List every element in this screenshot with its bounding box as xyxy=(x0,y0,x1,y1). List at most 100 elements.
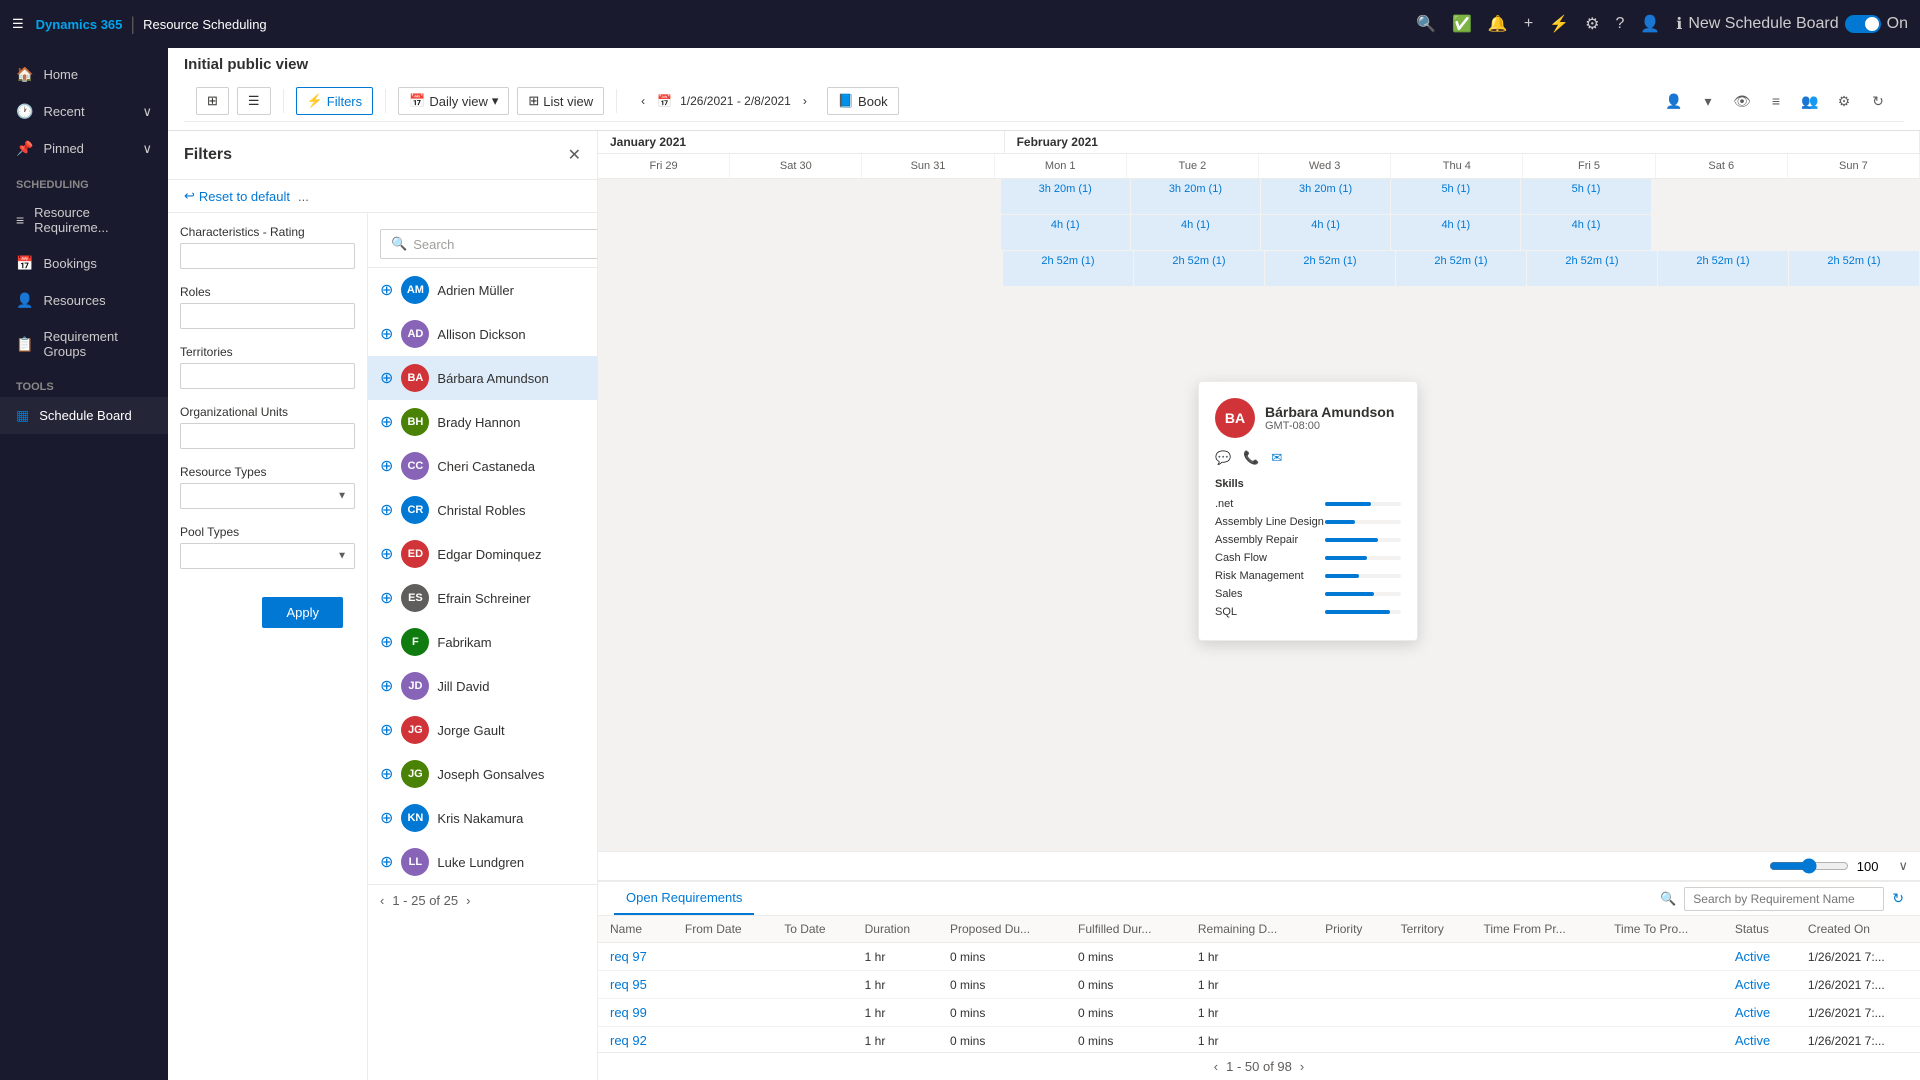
tasks-icon[interactable]: ✅ xyxy=(1452,14,1472,34)
status-active-link[interactable]: Active xyxy=(1735,949,1770,964)
person-icon-btn[interactable]: 👥 xyxy=(1796,87,1824,115)
list-item[interactable]: ⊕ CR Christal Robles xyxy=(368,488,597,532)
calendar-cell-booking[interactable]: 4h (1) xyxy=(1391,215,1521,250)
req-name-link[interactable]: req 99 xyxy=(610,1005,647,1020)
filters-close-button[interactable]: ✕ xyxy=(568,145,581,165)
list-item[interactable]: ⊕ JG Joseph Gonsalves xyxy=(368,752,597,796)
list-item[interactable]: ⊕ KN Kris Nakamura xyxy=(368,796,597,840)
zoom-slider[interactable] xyxy=(1769,858,1849,874)
settings-icon[interactable]: ⚙ xyxy=(1585,14,1599,34)
calendar-cell-booking[interactable]: 3h 20m (1) xyxy=(1001,179,1131,214)
popup-chat-icon[interactable]: 💬 xyxy=(1215,450,1231,466)
sidebar-item-resource-req[interactable]: ≡ Resource Requireme... xyxy=(0,195,168,245)
list-item[interactable]: ⊕ BA Bárbara Amundson xyxy=(368,356,597,400)
calendar-cell xyxy=(866,179,1000,214)
skill-bar-bg xyxy=(1325,538,1401,542)
user-icon[interactable]: 👤 xyxy=(1640,14,1660,34)
org-units-input[interactable] xyxy=(180,423,355,449)
open-requirements-tab[interactable]: Open Requirements xyxy=(614,882,754,915)
characteristics-input[interactable] xyxy=(180,243,355,269)
add-icon[interactable]: + xyxy=(1524,15,1533,33)
grid-view-button[interactable]: ⊞ xyxy=(196,87,229,115)
help-icon[interactable]: ? xyxy=(1615,15,1624,33)
gantt-view-button[interactable]: ☰ xyxy=(237,87,271,115)
sidebar-item-resources[interactable]: 👤 Resources xyxy=(0,282,168,319)
status-active-link[interactable]: Active xyxy=(1735,1005,1770,1020)
list-item[interactable]: ⊕ JD Jill David xyxy=(368,664,597,708)
sidebar-item-req-groups[interactable]: 📋 Requirement Groups xyxy=(0,319,168,369)
list-view-button[interactable]: ⊞ List view xyxy=(517,87,604,115)
resource-types-select[interactable] xyxy=(180,483,355,509)
roles-input[interactable] xyxy=(180,303,355,329)
calendar-cell-booking[interactable]: 3h 20m (1) xyxy=(1131,179,1261,214)
new-schedule-board-toggle[interactable] xyxy=(1845,15,1881,33)
list-item[interactable]: ⊕ F Fabrikam xyxy=(368,620,597,664)
sidebar-item-home[interactable]: 🏠 Home xyxy=(0,56,168,93)
requirement-search-input[interactable] xyxy=(1684,887,1884,911)
list-item[interactable]: ⊕ JG Jorge Gault xyxy=(368,708,597,752)
calendar-cell-booking[interactable]: 3h 20m (1) xyxy=(1261,179,1391,214)
prev-req-page-icon[interactable]: ‹ xyxy=(1214,1059,1218,1074)
next-date-arrow[interactable]: › xyxy=(799,90,811,112)
skill-row: .net xyxy=(1215,498,1401,510)
resource-search-input[interactable] xyxy=(460,237,597,251)
table-row: req 92 1 hr 0 mins 0 mins 1 hr xyxy=(598,1027,1920,1053)
calendar-cell-booking[interactable]: 4h (1) xyxy=(1261,215,1391,250)
territories-input[interactable] xyxy=(180,363,355,389)
list-item[interactable]: ⊕ CC Cheri Castaneda xyxy=(368,444,597,488)
list-item[interactable]: ⊕ AD Allison Dickson xyxy=(368,312,597,356)
hamburger-icon[interactable]: ☰ xyxy=(12,16,24,32)
calendar-cell-booking[interactable]: 2h 52m (1) xyxy=(1396,251,1527,286)
calendar-cell-booking[interactable]: 2h 52m (1) xyxy=(1134,251,1265,286)
gear-icon-btn[interactable]: ⚙ xyxy=(1830,87,1858,115)
brand-separator: | xyxy=(130,14,135,35)
req-name-link[interactable]: req 92 xyxy=(610,1033,647,1048)
calendar-cell-booking[interactable]: 2h 52m (1) xyxy=(1003,251,1134,286)
next-page-icon[interactable]: › xyxy=(466,893,470,908)
list-item[interactable]: ⊕ LL Luke Lundgren xyxy=(368,840,597,884)
search-icon[interactable]: 🔍 xyxy=(1416,14,1436,34)
more-options-button[interactable]: ... xyxy=(298,189,309,204)
chevron-down-toolbar-icon[interactable]: ▾ xyxy=(1694,87,1722,115)
calendar-cell-booking[interactable]: 2h 52m (1) xyxy=(1527,251,1658,286)
calendar-cell-booking[interactable]: 5h (1) xyxy=(1391,179,1521,214)
resource-icon-btn[interactable]: 👤 xyxy=(1660,87,1688,115)
book-button[interactable]: 📘 Book xyxy=(827,87,899,115)
apply-button[interactable]: Apply xyxy=(262,597,343,628)
status-active-link[interactable]: Active xyxy=(1735,977,1770,992)
calendar-cell-booking[interactable]: 4h (1) xyxy=(1131,215,1261,250)
refresh-icon-btn[interactable]: ↻ xyxy=(1864,87,1892,115)
next-req-page-icon[interactable]: › xyxy=(1300,1059,1304,1074)
filter-icon[interactable]: ⚡ xyxy=(1549,14,1569,34)
daily-view-button[interactable]: 📅 Daily view ▾ xyxy=(398,87,509,115)
calendar-cell-booking[interactable]: 2h 52m (1) xyxy=(1789,251,1920,286)
list-item[interactable]: ⊕ AM Adrien Müller xyxy=(368,268,597,312)
sidebar-item-schedule-board[interactable]: ▦ Schedule Board xyxy=(0,397,168,434)
list-item[interactable]: ⊕ BH Brady Hannon xyxy=(368,400,597,444)
calendar-cell-booking[interactable]: 2h 52m (1) xyxy=(1265,251,1396,286)
calendar-cell-booking[interactable]: 5h (1) xyxy=(1521,179,1651,214)
calendar-cell-booking[interactable]: 4h (1) xyxy=(1001,215,1131,250)
pool-types-select[interactable] xyxy=(180,543,355,569)
sidebar-item-pinned[interactable]: 📌 Pinned ∨ xyxy=(0,130,168,167)
eye-icon-btn[interactable]: 👁 xyxy=(1728,87,1756,115)
requirements-refresh-icon[interactable]: ↻ xyxy=(1892,890,1904,907)
list-settings-icon-btn[interactable]: ≡ xyxy=(1762,87,1790,115)
alerts-icon[interactable]: 🔔 xyxy=(1488,14,1508,34)
req-name-link[interactable]: req 97 xyxy=(610,949,647,964)
prev-page-icon[interactable]: ‹ xyxy=(380,893,384,908)
calendar-cell-booking[interactable]: 2h 52m (1) xyxy=(1658,251,1789,286)
list-item[interactable]: ⊕ ED Edgar Dominquez xyxy=(368,532,597,576)
reset-to-default-button[interactable]: ↩ Reset to default xyxy=(184,188,290,204)
calendar-cell-booking[interactable]: 4h (1) xyxy=(1521,215,1651,250)
sidebar-item-recent[interactable]: 🕐 Recent ∨ xyxy=(0,93,168,130)
popup-email-icon[interactable]: ✉ xyxy=(1271,450,1282,466)
zoom-expand-icon[interactable]: ∨ xyxy=(1898,858,1908,874)
filters-button[interactable]: ⚡ Filters xyxy=(296,87,374,115)
status-active-link[interactable]: Active xyxy=(1735,1033,1770,1048)
popup-phone-icon[interactable]: 📞 xyxy=(1243,450,1259,466)
sidebar-item-bookings[interactable]: 📅 Bookings xyxy=(0,245,168,282)
req-name-link[interactable]: req 95 xyxy=(610,977,647,992)
prev-date-arrow[interactable]: ‹ xyxy=(637,90,649,112)
list-item[interactable]: ⊕ ES Efrain Schreiner xyxy=(368,576,597,620)
